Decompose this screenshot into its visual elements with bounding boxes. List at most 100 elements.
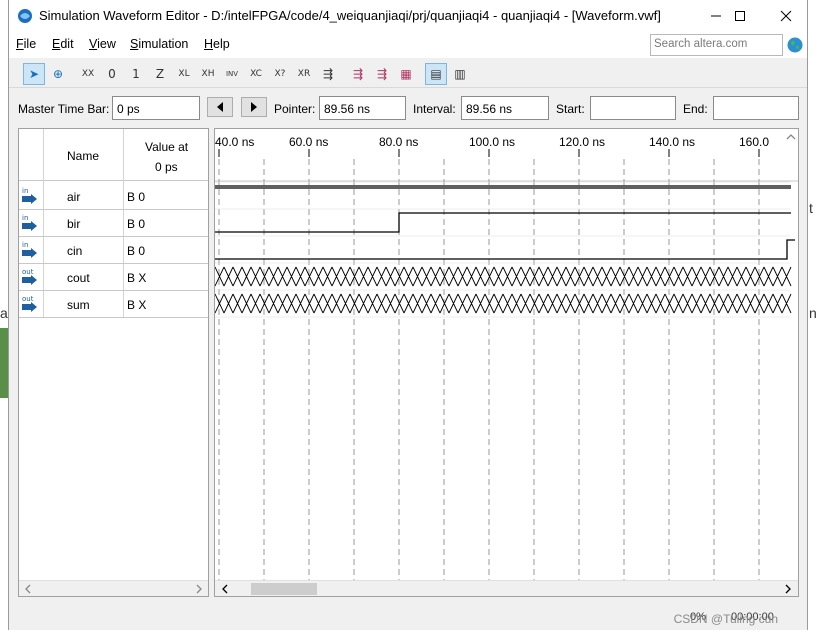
menu-help[interactable]: Help: [204, 37, 230, 51]
master-time-bar-field[interactable]: 0 ps: [112, 96, 200, 120]
force-high-button[interactable]: 1: [125, 63, 147, 85]
signal-name: air: [67, 190, 81, 204]
force-low-icon: 0: [108, 67, 116, 81]
clock-icon: X?: [274, 69, 286, 79]
undefined-value-button[interactable]: XX: [77, 63, 99, 85]
menu-simulation[interactable]: Simulation: [130, 37, 188, 51]
output-pin-icon: out: [22, 268, 37, 285]
waveform-vertical-scrollbar[interactable]: [784, 129, 798, 580]
signal-value: B X: [127, 271, 147, 285]
scroll-left-icon[interactable]: [221, 584, 229, 594]
svg-text:out: out: [22, 295, 34, 303]
weak-low-button[interactable]: XL: [173, 63, 195, 85]
signal-list-panel: Name Value at 0 ps in air B 0 in bir B 0 in cin…: [18, 128, 209, 597]
next-transition-button[interactable]: [241, 97, 267, 117]
zoom-tool-icon: ⊕: [52, 67, 64, 81]
invert-icon: INV: [225, 70, 239, 78]
svg-text:out: out: [22, 268, 34, 276]
background-fragment: [0, 328, 8, 398]
interval-field[interactable]: 89.56 ns: [461, 96, 549, 120]
signal-row[interactable]: in air B 0: [19, 183, 208, 210]
close-button[interactable]: [763, 0, 809, 31]
force-high-icon: 1: [132, 67, 140, 81]
scroll-up-icon[interactable]: [786, 133, 796, 141]
zoom-tool-button[interactable]: ⊕: [47, 63, 69, 85]
run-functional-simulation-icon: ⇶: [352, 67, 364, 81]
snap-to-grid-button[interactable]: ▤: [425, 63, 447, 85]
search-input[interactable]: Search altera.com: [650, 34, 783, 56]
previous-transition-button[interactable]: [207, 97, 233, 117]
scroll-thumb[interactable]: [251, 583, 317, 595]
globe-icon[interactable]: [787, 37, 803, 53]
weak-high-button[interactable]: XH: [197, 63, 219, 85]
background-fragment: n: [809, 305, 816, 321]
waveform-panel[interactable]: 40.0 ns 60.0 ns 80.0 ns 100.0 ns 120.0 ns 140…: [214, 128, 799, 597]
scroll-left-icon[interactable]: [24, 584, 32, 594]
signal-name: cout: [67, 271, 90, 285]
weak-high-icon: XH: [201, 69, 215, 79]
waveform-bir: [215, 212, 791, 233]
snap-to-grid-icon: ▤: [430, 67, 442, 81]
random-value-button[interactable]: ⇶: [317, 63, 339, 85]
signal-row[interactable]: in bir B 0: [19, 210, 208, 237]
invert-button[interactable]: INV: [221, 63, 243, 85]
svg-text:in: in: [22, 187, 28, 195]
run-functional-simulation-button[interactable]: ⇶: [347, 63, 369, 85]
app-icon: [18, 9, 32, 23]
high-impedance-button[interactable]: Z: [149, 63, 171, 85]
signal-list-horizontal-scrollbar[interactable]: [19, 580, 208, 596]
toolbar: ➤ ⊕ XX 0 1 Z XL XH INV XC X? XR ⇶ ⇶ ⇶ ▦ ▤ ▥: [9, 60, 807, 88]
menu-view[interactable]: View: [89, 37, 116, 51]
pointer-field[interactable]: 89.56 ns: [319, 96, 406, 120]
signal-row[interactable]: out cout B X: [19, 264, 208, 291]
run-timing-simulation-button[interactable]: ⇶: [371, 63, 393, 85]
start-field[interactable]: [590, 96, 676, 120]
input-pin-icon: in: [22, 241, 37, 258]
triangle-right-icon: [251, 102, 257, 112]
scroll-right-icon[interactable]: [784, 584, 792, 594]
maximize-button[interactable]: [717, 0, 763, 31]
watermark: CSDN @Tuling cun: [673, 612, 778, 626]
signal-row[interactable]: out sum B X: [19, 291, 208, 318]
signal-value: B 0: [127, 217, 146, 231]
signal-value: B 0: [127, 244, 146, 258]
menu-file[interactable]: File: [16, 37, 36, 51]
sort-button[interactable]: ▥: [449, 63, 471, 85]
time-bar: Master Time Bar: 0 ps Pointer: 89.56 ns …: [9, 92, 807, 124]
waveform-horizontal-scrollbar[interactable]: [215, 580, 798, 596]
count-value-button[interactable]: XC: [245, 63, 267, 85]
window-title: Simulation Waveform Editor - D:/intelFPG…: [39, 8, 661, 23]
signal-row[interactable]: in cin B 0: [19, 237, 208, 264]
waveform-sum-unknown: [215, 293, 792, 314]
end-field[interactable]: [713, 96, 799, 120]
svg-text:in: in: [22, 214, 28, 222]
arbitrary-value-icon: XR: [297, 69, 311, 79]
generate-netlist-icon: ▦: [400, 67, 412, 81]
force-low-button[interactable]: 0: [101, 63, 123, 85]
signal-value: B 0: [127, 190, 146, 204]
value-column-header-line2: 0 ps: [155, 160, 178, 174]
signal-name: cin: [67, 244, 83, 258]
scroll-right-icon[interactable]: [195, 584, 203, 594]
menu-edit[interactable]: Edit: [52, 37, 74, 51]
selection-tool-button[interactable]: ➤: [23, 63, 45, 85]
interval-label: Interval:: [413, 102, 456, 116]
waveform-cin: [215, 239, 795, 260]
name-column-header[interactable]: Name: [67, 149, 99, 163]
count-value-icon: XC: [250, 69, 262, 79]
arbitrary-value-button[interactable]: XR: [293, 63, 315, 85]
waveform-editor-window: Simulation Waveform Editor - D:/intelFPG…: [8, 0, 808, 630]
output-pin-icon: out: [22, 295, 37, 312]
selection-tool-icon: ➤: [28, 67, 40, 81]
title-bar: Simulation Waveform Editor - D:/intelFPG…: [9, 0, 807, 31]
background-fragment: t: [809, 200, 813, 216]
signal-list-header: Name Value at 0 ps: [19, 129, 208, 181]
value-column-header-line1[interactable]: Value at: [145, 140, 188, 154]
master-time-bar-label: Master Time Bar:: [18, 102, 110, 116]
run-timing-simulation-icon: ⇶: [376, 67, 388, 81]
signal-value: B X: [127, 298, 147, 312]
generate-netlist-button[interactable]: ▦: [395, 63, 417, 85]
waveform-canvas[interactable]: [215, 129, 798, 580]
clock-button[interactable]: X?: [269, 63, 291, 85]
high-impedance-icon: Z: [155, 67, 165, 81]
